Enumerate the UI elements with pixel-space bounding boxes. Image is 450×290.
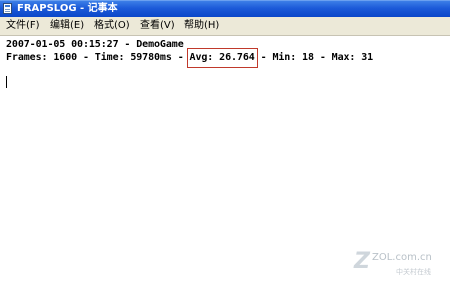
menu-format[interactable]: 格式(O) <box>94 19 130 33</box>
menu-help[interactable]: 帮助(H) <box>184 19 219 33</box>
zol-watermark: Z ZOL.com.cn 中关村在线 <box>354 244 444 284</box>
zol-logo-icon: Z <box>354 249 370 274</box>
menu-bar: 文件(F) 编辑(E) 格式(O) 查看(V) 帮助(H) <box>0 17 450 36</box>
notepad-icon[interactable] <box>3 3 12 14</box>
avg-highlight: Avg: 26.764 <box>186 48 258 68</box>
stats-suffix: - Min: 18 - Max: 31 <box>254 52 374 63</box>
title-bar[interactable]: FRAPSLOG - 记事本 <box>0 0 450 17</box>
menu-view[interactable]: 查看(V) <box>140 19 175 33</box>
log-line-stats: Frames: 1600 - Time: 59780ms - Avg: 26.7… <box>6 48 374 68</box>
watermark-domain: ZOL.com.cn <box>372 252 432 263</box>
log-line-date-game: 2007-01-05 00:15:27 - DemoGame <box>6 39 184 50</box>
menu-file[interactable]: 文件(F) <box>6 19 40 33</box>
stats-prefix: Frames: 1600 - Time: 59780ms - <box>6 52 190 63</box>
text-caret <box>6 76 7 88</box>
menu-edit[interactable]: 编辑(E) <box>50 19 84 33</box>
window-title: FRAPSLOG - 记事本 <box>17 3 118 14</box>
notepad-window: FRAPSLOG - 记事本 文件(F) 编辑(E) 格式(O) 查看(V) 帮… <box>0 0 450 290</box>
text-editor-area[interactable]: 2007-01-05 00:15:27 - DemoGame Frames: 1… <box>0 36 450 290</box>
watermark-subtitle: 中关村在线 <box>396 268 431 276</box>
